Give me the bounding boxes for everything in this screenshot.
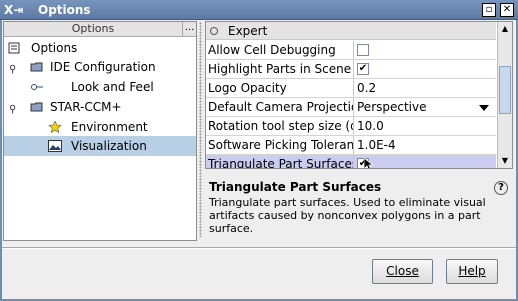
close-dialog-button[interactable]: Close	[372, 259, 433, 284]
tree-header-title: Options	[71, 22, 115, 35]
image-icon	[48, 140, 62, 152]
property-row-picking-tolerance[interactable]: Software Picking Tolerance 1.0E-4	[206, 136, 496, 155]
options-icon	[8, 42, 20, 54]
splitter-handle[interactable]	[199, 22, 202, 237]
section-label: Expert	[228, 24, 268, 38]
property-name: Highlight Parts in Scene	[208, 62, 352, 76]
star-icon	[48, 121, 62, 133]
tree-item-label: STAR-CCM+	[50, 100, 122, 114]
window-title: Options	[38, 3, 91, 17]
tree-item-label: Look and Feel	[71, 80, 154, 94]
allow-cell-debugging-checkbox[interactable]	[357, 44, 369, 56]
column-divider	[353, 60, 354, 78]
title-bar[interactable]: X⇥ Options ▫ ✕	[0, 0, 518, 20]
tree-item-label: Visualization	[71, 139, 147, 153]
column-divider	[353, 79, 354, 97]
tree-item-label: Environment	[71, 120, 148, 134]
property-name: Logo Opacity	[208, 81, 287, 95]
picking-tolerance-value[interactable]: 1.0E-4	[357, 136, 495, 154]
property-name: Triangulate Part Surfaces	[208, 157, 353, 169]
mouse-cursor-icon	[364, 158, 374, 168]
key-icon	[31, 84, 43, 90]
folder-icon	[30, 102, 43, 112]
chevron-down-icon[interactable]	[479, 105, 489, 111]
property-name: Software Picking Tolerance	[208, 138, 353, 152]
rotation-step-value[interactable]: 10.0	[357, 117, 495, 135]
tree-item-environment[interactable]: Environment	[4, 117, 196, 137]
logo-opacity-value[interactable]: 0.2	[357, 79, 495, 97]
scroll-up-button[interactable]: ▲	[498, 22, 512, 36]
java-cup-icon: X⇥	[4, 3, 24, 17]
minimize-button[interactable]: ▫	[482, 3, 496, 17]
tree-item-label: Options	[31, 41, 78, 55]
folder-icon	[30, 62, 43, 72]
property-name: Rotation tool step size (deg)	[208, 119, 353, 133]
column-divider	[353, 136, 354, 154]
description-panel: Triangulate Part Surfaces Triangulate pa…	[205, 178, 513, 242]
property-row-rotation-step[interactable]: Rotation tool step size (deg) 10.0	[206, 117, 496, 136]
tree-item-star-ccm[interactable]: ⚲ STAR-CCM+	[4, 97, 196, 117]
tree-header: Options ...	[4, 22, 196, 37]
column-divider	[353, 98, 354, 116]
scroll-thumb[interactable]	[499, 66, 511, 114]
column-divider	[353, 117, 354, 135]
tree-item-options[interactable]: Options	[4, 38, 196, 58]
camera-projection-select[interactable]: Perspective	[357, 98, 495, 116]
property-name: Allow Cell Debugging	[208, 43, 336, 57]
highlight-parts-checkbox[interactable]: ✔	[357, 63, 369, 75]
help-button[interactable]: Help	[446, 259, 498, 284]
options-tree[interactable]: Options ... Options ⚲ IDE Configuration …	[3, 21, 197, 241]
property-name: Default Camera Projection	[208, 100, 353, 114]
section-expert[interactable]: Expert	[206, 22, 496, 40]
collapse-icon[interactable]	[210, 27, 218, 35]
tree-item-look-and-feel[interactable]: Look and Feel	[4, 77, 196, 97]
tree-item-visualization[interactable]: Visualization	[4, 136, 196, 156]
column-divider	[353, 155, 354, 168]
property-row-triangulate-part-surfaces[interactable]: Triangulate Part Surfaces ✔	[206, 155, 496, 169]
description-body: Triangulate part surfaces. Used to elimi…	[209, 196, 486, 235]
property-row-logo-opacity[interactable]: Logo Opacity 0.2	[206, 79, 496, 98]
tree-header-more-button[interactable]: ...	[182, 22, 196, 36]
description-title: Triangulate Part Surfaces	[209, 180, 382, 194]
help-icon[interactable]: ?	[494, 181, 508, 195]
scroll-down-button[interactable]: ▼	[498, 154, 512, 168]
close-button[interactable]: ✕	[500, 3, 514, 17]
button-separator	[2, 247, 516, 249]
property-row-allow-cell-debugging[interactable]: Allow Cell Debugging	[206, 41, 496, 60]
property-row-highlight-parts[interactable]: Highlight Parts in Scene ✔	[206, 60, 496, 79]
vertical-scrollbar[interactable]: ▲ ▼	[497, 22, 512, 168]
tree-item-ide-configuration[interactable]: ⚲ IDE Configuration	[4, 57, 196, 77]
tree-item-label: IDE Configuration	[50, 60, 156, 74]
property-row-default-camera-projection[interactable]: Default Camera Projection Perspective	[206, 98, 496, 117]
column-divider	[353, 41, 354, 59]
property-sheet[interactable]: Expert Allow Cell Debugging Highlight Pa…	[205, 21, 513, 169]
